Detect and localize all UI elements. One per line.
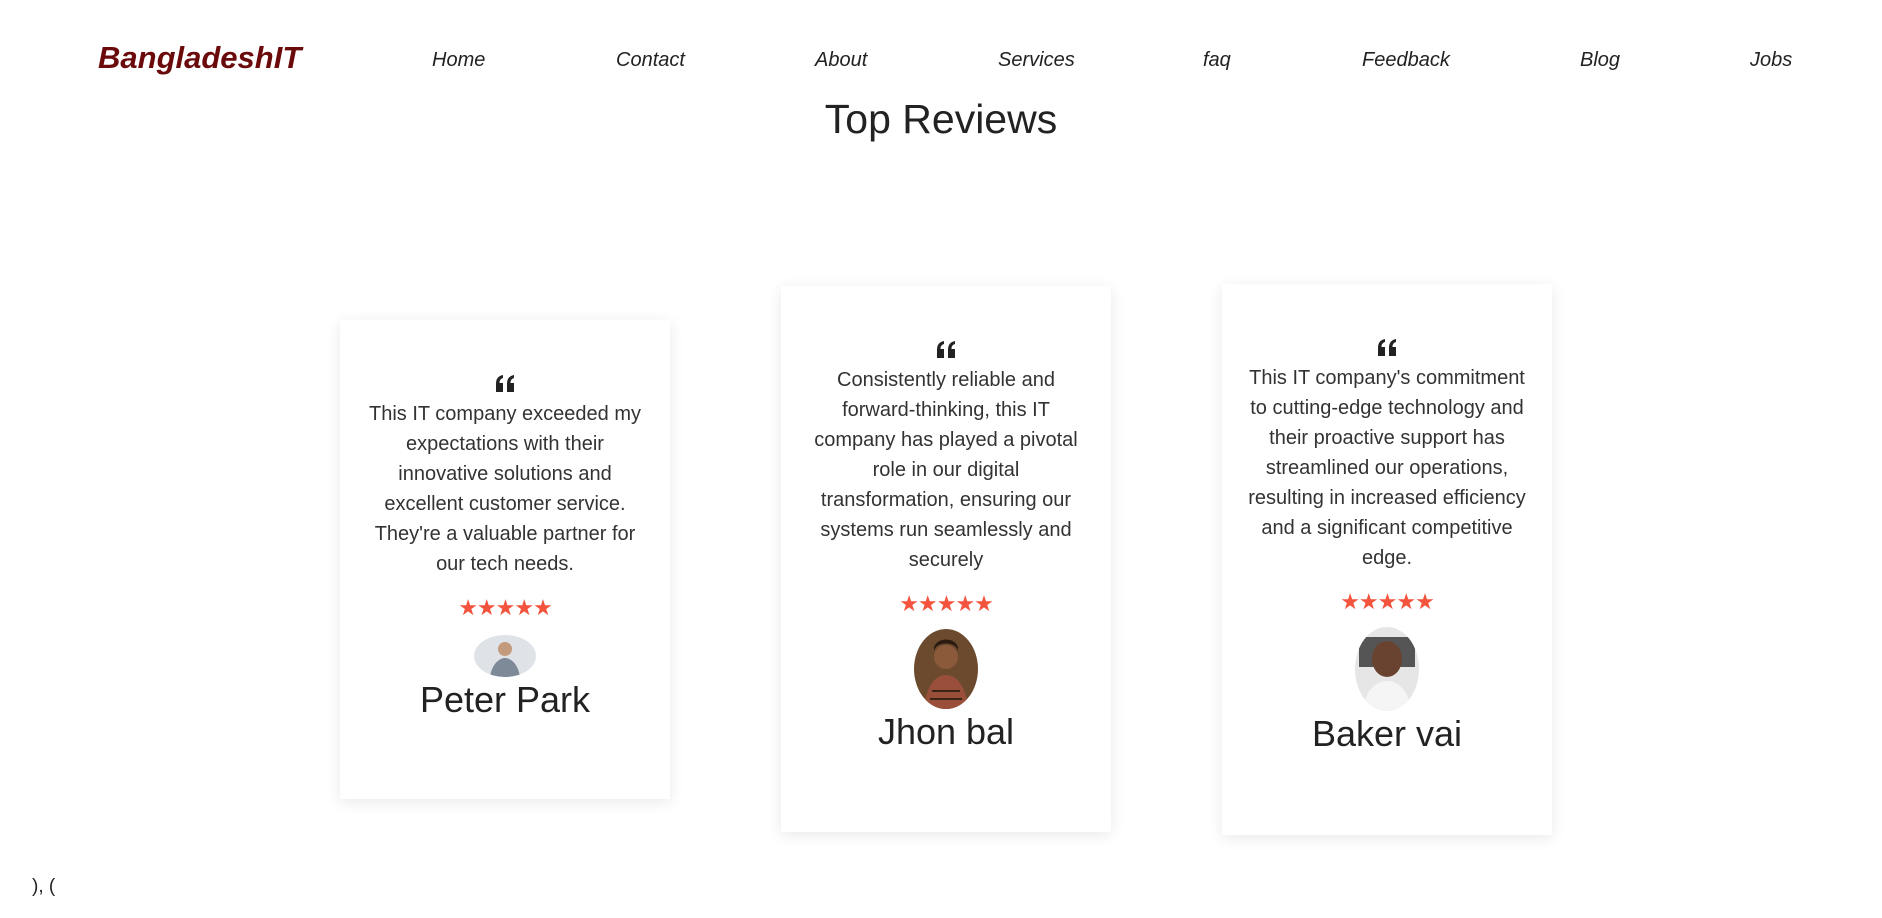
avatar <box>914 629 978 709</box>
nav-jobs-link[interactable]: Jobs <box>1750 49 1792 72</box>
review-card: This IT company exceeded my expectations… <box>340 320 670 799</box>
brand-logo[interactable]: BangladeshIT <box>98 40 301 76</box>
nav-services-link[interactable]: Services <box>998 49 1075 72</box>
section-title: Top Reviews <box>824 96 1058 142</box>
quote-left-icon <box>1378 339 1396 356</box>
nav-home-link[interactable]: Home <box>432 49 485 72</box>
quote-left-icon <box>496 375 514 392</box>
footer-text: ), ( <box>32 876 56 897</box>
nav-blog-link[interactable]: Blog <box>1580 49 1620 72</box>
reviewer-name: Baker vai <box>1311 713 1463 754</box>
avatar <box>474 635 536 677</box>
review-text: This IT company's commitment to cutting-… <box>1248 367 1526 569</box>
star-rating: ★★★★★ <box>458 595 553 620</box>
nav-feedback-link[interactable]: Feedback <box>1362 49 1450 72</box>
quote-left-icon <box>937 341 955 358</box>
review-card: Consistently reliable and forward-thinki… <box>781 286 1111 832</box>
reviewer-name: Peter Park <box>419 679 591 720</box>
avatar <box>1355 627 1419 711</box>
star-rating: ★★★★★ <box>899 591 994 616</box>
reviewer-name: Jhon bal <box>877 711 1015 752</box>
review-text: Consistently reliable and forward-thinki… <box>814 369 1078 571</box>
review-text: This IT company exceeded my expectations… <box>369 403 641 575</box>
nav-faq-link[interactable]: faq <box>1203 49 1231 72</box>
nav-about-link[interactable]: About <box>815 49 867 72</box>
review-card: This IT company's commitment to cutting-… <box>1222 284 1552 835</box>
star-rating: ★★★★★ <box>1340 589 1435 614</box>
nav-contact-link[interactable]: Contact <box>616 49 685 72</box>
